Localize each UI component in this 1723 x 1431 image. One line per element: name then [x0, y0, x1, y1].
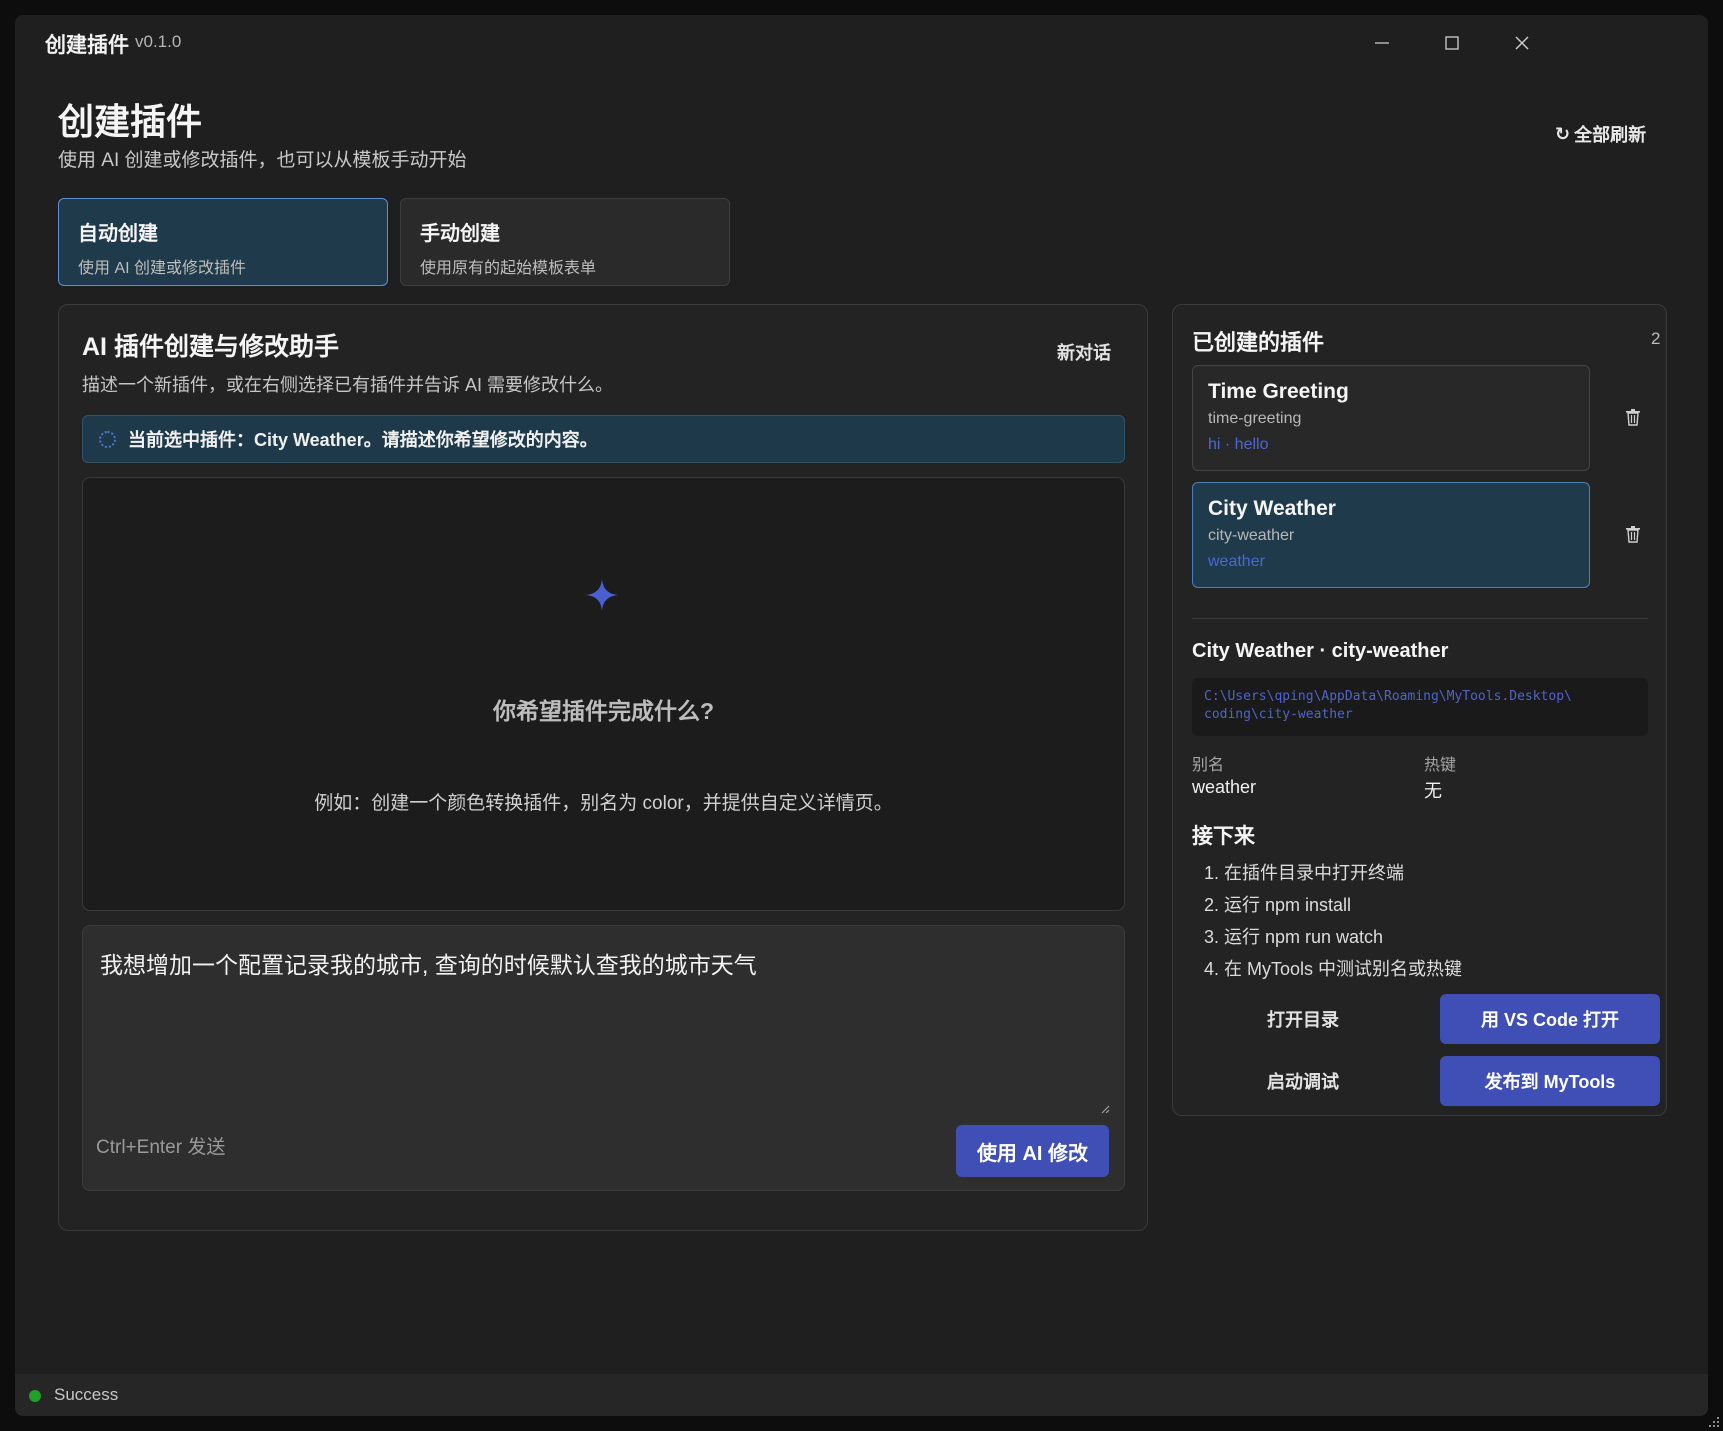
- sparkle-icon: [586, 579, 618, 611]
- new-chat-button[interactable]: 新对话: [1057, 339, 1111, 365]
- open-directory-button[interactable]: 打开目录: [1228, 995, 1378, 1043]
- start-debug-button[interactable]: 启动调试: [1228, 1057, 1378, 1105]
- loading-spinner-icon: [99, 430, 116, 448]
- plugin-id: time-greeting: [1208, 410, 1302, 427]
- maximize-button[interactable]: [1427, 25, 1477, 61]
- banner-text: 当前选中插件：City Weather。请描述你希望修改的内容。: [128, 430, 598, 450]
- close-button[interactable]: [1497, 25, 1547, 61]
- app-version: v0.1.0: [135, 32, 182, 51]
- plugin-path-line: coding\city-weather: [1204, 707, 1353, 722]
- page-title: 创建插件: [58, 101, 203, 142]
- status-indicator-icon: [29, 1390, 41, 1402]
- empty-state-example: 例如：创建一个颜色转换插件，别名为 color，并提供自定义详情页。: [314, 793, 893, 814]
- plugins-count: 2: [1651, 329, 1661, 348]
- mode-manual-create[interactable]: 手动创建 使用原有的起始模板表单: [400, 198, 730, 286]
- empty-state-question: 你希望插件完成什么?: [492, 698, 715, 724]
- plugin-detail-title: City Weather · city-weather: [1192, 640, 1449, 662]
- divider: [1192, 618, 1648, 619]
- hotkey-label: 热键: [1424, 757, 1457, 774]
- next-steps-list: 1. 在插件目录中打开终端 2. 运行 npm install 3. 运行 np…: [1204, 857, 1462, 985]
- next-steps-title: 接下来: [1192, 825, 1255, 848]
- refresh-icon: ↻: [1555, 123, 1571, 144]
- assistant-title: AI 插件创建与修改助手: [82, 333, 339, 361]
- mode-title: 手动创建: [420, 223, 500, 245]
- plugin-path-line: C:\Users\qping\AppData\Roaming\MyTools.D…: [1204, 689, 1572, 704]
- plugin-path: C:\Users\qping\AppData\Roaming\MyTools.D…: [1192, 678, 1648, 736]
- send-hint: Ctrl+Enter 发送: [96, 1137, 226, 1158]
- ai-assistant-panel: AI 插件创建与修改助手 描述一个新插件，或在右侧选择已有插件并告诉 AI 需要…: [58, 304, 1148, 1231]
- selected-plugin-banner: 当前选中插件：City Weather。请描述你希望修改的内容。: [82, 415, 1125, 463]
- plugin-aliases: hi · hello: [1208, 436, 1269, 453]
- window-resize-grip-icon[interactable]: [1706, 1414, 1720, 1428]
- step-item: 2. 运行 npm install: [1204, 895, 1352, 915]
- minimize-icon: [1375, 42, 1389, 44]
- assistant-subtitle: 描述一个新插件，或在右侧选择已有插件并告诉 AI 需要修改什么。: [82, 375, 614, 395]
- page-subtitle: 使用 AI 创建或修改插件，也可以从模板手动开始: [58, 150, 467, 171]
- refresh-all-label: 全部刷新: [1574, 125, 1647, 145]
- mode-auto-create[interactable]: 自动创建 使用 AI 创建或修改插件: [58, 198, 388, 286]
- hotkey-value: 无: [1424, 781, 1442, 801]
- open-vscode-button[interactable]: 用 VS Code 打开: [1440, 994, 1660, 1044]
- app-window: 创建插件 v0.1.0 创建插件 使用 AI 创建或修改插件，也可以从模板手动开…: [15, 15, 1708, 1416]
- step-item: 3. 运行 npm run watch: [1204, 927, 1384, 947]
- mode-title: 自动创建: [78, 223, 158, 245]
- plugin-card-time-greeting[interactable]: Time Greeting time-greeting hi · hello: [1192, 365, 1590, 471]
- plugins-title: 已创建的插件: [1192, 330, 1325, 355]
- chat-area: 你希望插件完成什么? 例如：创建一个颜色转换插件，别名为 color，并提供自定…: [82, 477, 1125, 911]
- title-bar: 创建插件 v0.1.0: [15, 15, 1708, 69]
- delete-icon[interactable]: [1625, 408, 1641, 426]
- mode-desc: 使用原有的起始模板表单: [420, 260, 597, 277]
- plugin-name: City Weather: [1208, 497, 1336, 520]
- alias-label: 别名: [1192, 757, 1225, 774]
- refresh-all-button[interactable]: ↻ 全部刷新: [1555, 121, 1646, 147]
- maximize-icon: [1445, 36, 1459, 50]
- publish-button[interactable]: 发布到 MyTools: [1440, 1056, 1660, 1106]
- plugin-name: Time Greeting: [1208, 380, 1349, 403]
- status-text: Success: [54, 1385, 119, 1404]
- step-item: 1. 在插件目录中打开终端: [1204, 863, 1405, 883]
- prompt-input-value[interactable]: 我想增加一个配置记录我的城市, 查询的时候默认查我的城市天气: [100, 946, 757, 980]
- created-plugins-panel: 已创建的插件 2 Time Greeting time-greeting hi …: [1172, 304, 1667, 1116]
- alias-value: weather: [1192, 777, 1257, 797]
- step-item: 4. 在 MyTools 中测试别名或热键: [1204, 959, 1463, 979]
- app-name: 创建插件: [45, 34, 129, 57]
- close-icon: [1515, 36, 1529, 50]
- plugin-aliases: weather: [1208, 553, 1265, 570]
- mode-desc: 使用 AI 创建或修改插件: [78, 260, 247, 277]
- ai-modify-button[interactable]: 使用 AI 修改: [956, 1125, 1109, 1177]
- minimize-button[interactable]: [1357, 25, 1407, 61]
- prompt-input[interactable]: 我想增加一个配置记录我的城市, 查询的时候默认查我的城市天气 Ctrl+Ente…: [82, 925, 1125, 1191]
- status-bar: Success: [15, 1374, 1708, 1416]
- plugin-card-city-weather[interactable]: City Weather city-weather weather: [1192, 482, 1590, 588]
- resize-grip-icon[interactable]: [1100, 1104, 1110, 1114]
- plugin-id: city-weather: [1208, 527, 1295, 544]
- delete-icon[interactable]: [1625, 525, 1641, 543]
